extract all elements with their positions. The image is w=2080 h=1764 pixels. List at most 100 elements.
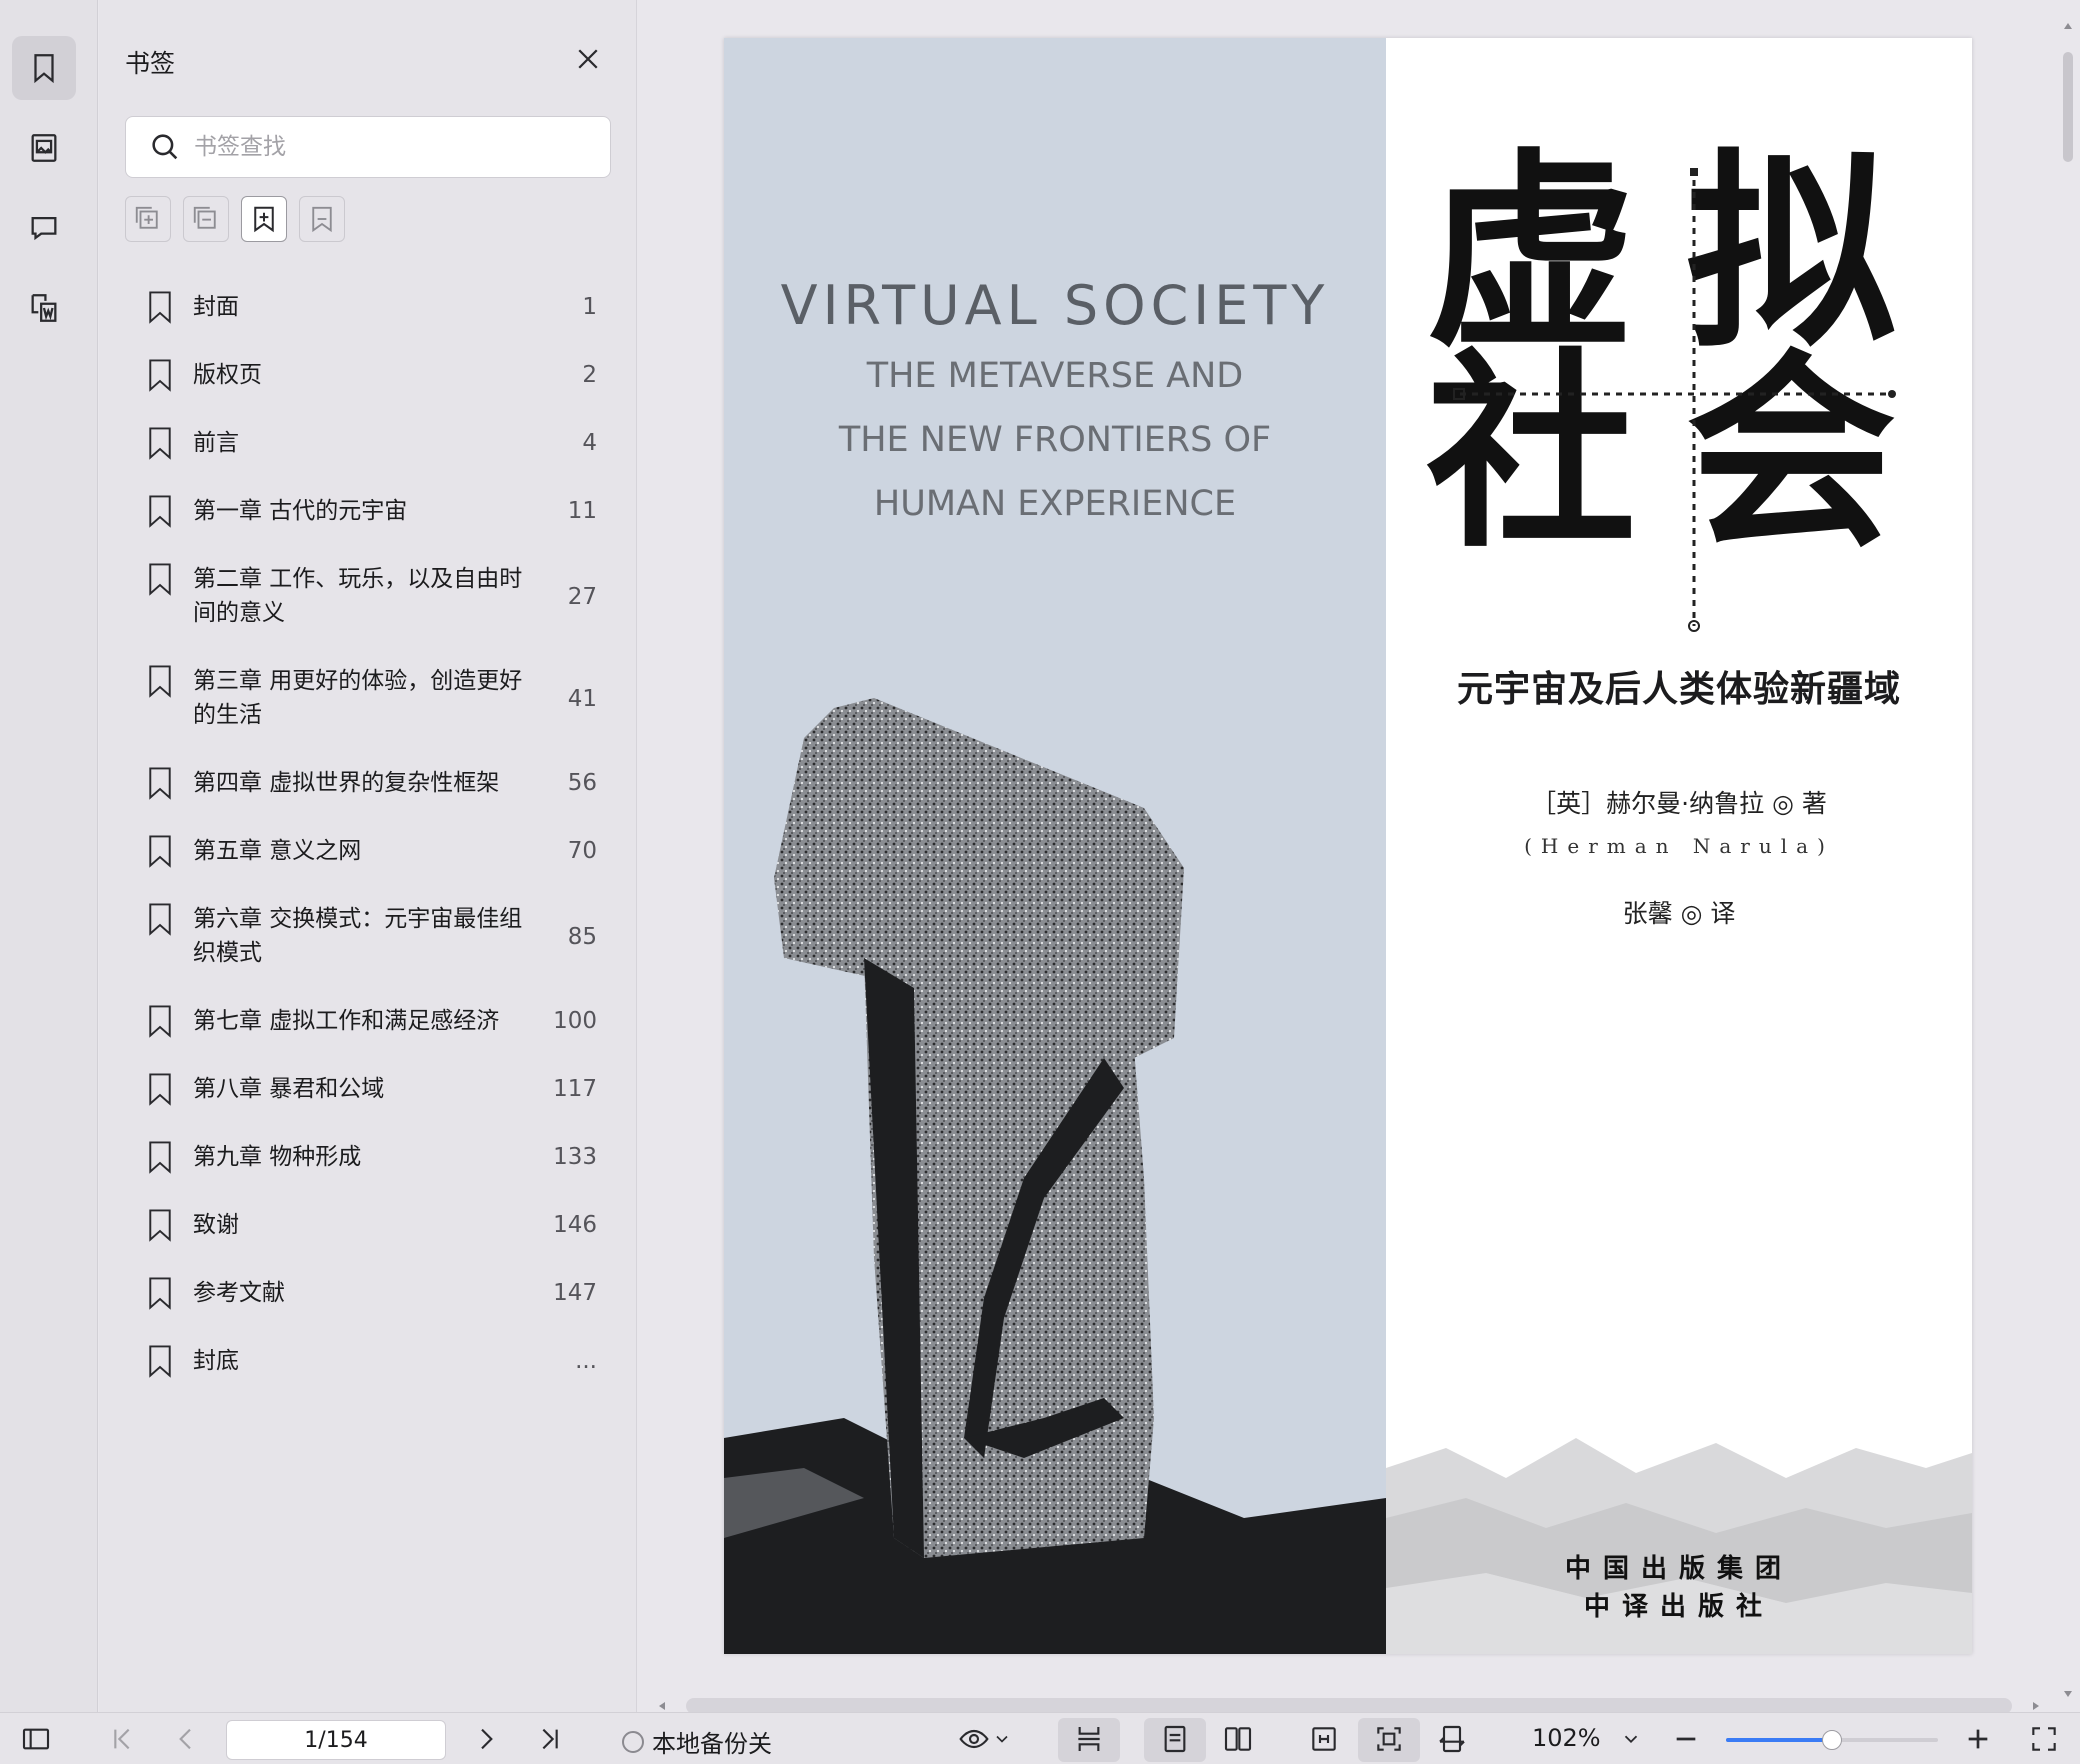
bookmark-page: 41	[567, 686, 597, 712]
vertical-scroll-thumb[interactable]	[2063, 52, 2073, 162]
bookmark-page: 133	[553, 1144, 597, 1170]
chevron-down-icon[interactable]	[992, 1723, 1012, 1755]
annotation-panel-button[interactable]	[12, 196, 76, 260]
bookmark-label: 第三章 用更好的体验，创造更好的生活	[193, 668, 523, 728]
double-page-icon[interactable]	[1222, 1723, 1254, 1755]
bookmark-search-input[interactable]	[194, 134, 594, 160]
add-bookmark-icon	[254, 206, 274, 233]
bookmark-item[interactable]: 第七章 虚拟工作和满足感经济 100	[145, 1004, 605, 1038]
bookmark-outline-icon	[312, 206, 332, 233]
expand-all-icon	[135, 206, 158, 229]
cover-author: ［英］赫尔曼·纳鲁拉 ◎ 著	[1531, 789, 1827, 818]
bookmark-item[interactable]: 前言 4	[145, 426, 605, 460]
bookmark-item[interactable]: 第一章 古代的元宇宙 11	[145, 494, 605, 528]
comment-icon	[31, 216, 57, 241]
bookmark-panel-button[interactable]	[12, 36, 76, 100]
bookmark-label: 第九章 物种形成	[193, 1144, 362, 1170]
bookmark-icon	[34, 54, 54, 84]
image-icon	[31, 134, 57, 162]
first-page-icon[interactable]	[106, 1723, 138, 1755]
cover-english-subtitle-line: HUMAN EXPERIENCE	[873, 484, 1237, 524]
zoom-slider[interactable]	[1726, 1730, 1938, 1750]
zoom-slider-knob[interactable]	[1822, 1730, 1842, 1750]
single-page-icon[interactable]	[1159, 1723, 1191, 1755]
previous-page-icon[interactable]	[170, 1723, 202, 1755]
bookmark-item[interactable]: 参考文献 147	[145, 1276, 605, 1310]
bookmark-page: 56	[567, 770, 597, 796]
last-page-icon[interactable]	[534, 1723, 566, 1755]
bookmark-icon	[149, 665, 171, 698]
bookmark-page: 100	[553, 1008, 597, 1034]
bookmark-item[interactable]: 第二章 工作、玩乐，以及自由时间的意义 27	[145, 562, 605, 630]
bookmark-item[interactable]: 封面 1	[145, 290, 605, 324]
zoom-slider-fill	[1726, 1738, 1832, 1742]
continuous-scroll-icon[interactable]	[1073, 1723, 1105, 1755]
bookmark-page: 147	[553, 1280, 597, 1306]
collapse-all-icon	[193, 206, 216, 229]
bookmark-label: 封底	[193, 1348, 239, 1374]
bookmark-page: 1	[582, 294, 597, 320]
page-number-input[interactable]	[226, 1720, 446, 1760]
bookmark-icon	[149, 903, 171, 936]
cover-english-subtitle-line: THE NEW FRONTIERS OF	[838, 420, 1272, 460]
bookmark-label: 第六章 交换模式：元宇宙最佳组织模式	[193, 906, 523, 966]
backup-label: 本地备份关	[652, 1730, 772, 1758]
bookmark-item[interactable]: 第六章 交换模式：元宇宙最佳组织模式 85	[145, 902, 605, 970]
bookmark-label: 致谢	[193, 1212, 239, 1238]
bookmark-icon	[149, 1005, 171, 1038]
bookmark-icon	[149, 767, 171, 800]
thumbnail-panel-button[interactable]	[12, 116, 76, 180]
fullscreen-icon[interactable]	[2028, 1723, 2060, 1755]
fit-page-icon[interactable]	[1373, 1723, 1405, 1755]
zoom-in-icon[interactable]	[1962, 1723, 1994, 1755]
bookmark-item[interactable]: 第九章 物种形成 133	[145, 1140, 605, 1174]
cover-publisher: 中译出版社	[1583, 1592, 1774, 1622]
close-icon[interactable]	[573, 44, 603, 74]
bookmark-label: 第二章 工作、玩乐，以及自由时间的意义	[193, 566, 523, 626]
document-viewport[interactable]: VIRTUAL SOCIETY THE METAVERSE AND THE NE…	[638, 0, 2080, 1712]
bookmark-label: 第七章 虚拟工作和满足感经济	[193, 1008, 500, 1034]
eye-icon[interactable]	[958, 1723, 990, 1755]
scroll-up-arrow-icon[interactable]	[2062, 20, 2074, 32]
bookmark-page: ...	[575, 1348, 597, 1374]
remove-bookmark-button[interactable]	[299, 196, 345, 242]
bookmark-item[interactable]: 第五章 意义之网 70	[145, 834, 605, 868]
bookmark-label: 版权页	[193, 362, 262, 388]
convert-panel-button[interactable]	[12, 276, 76, 340]
bookmark-icon	[149, 1345, 171, 1378]
scroll-right-arrow-icon[interactable]	[2030, 1700, 2042, 1712]
cover-translator: 张馨 ◎ 译	[1622, 899, 1736, 928]
zoom-level[interactable]: 102%	[1532, 1724, 1601, 1752]
bookmark-icon	[149, 359, 171, 392]
bookmark-item[interactable]: 第八章 暴君和公域 117	[145, 1072, 605, 1106]
rotate-page-icon[interactable]	[1436, 1723, 1468, 1755]
word-convert-icon	[31, 294, 57, 322]
bookmark-page: 11	[567, 498, 597, 524]
local-backup-toggle[interactable]: 本地备份关	[622, 1724, 772, 1759]
add-bookmark-button[interactable]	[241, 196, 287, 242]
collapse-all-button[interactable]	[183, 196, 229, 242]
bookmark-label: 第八章 暴君和公域	[193, 1076, 385, 1102]
bookmark-item[interactable]: 版权页 2	[145, 358, 605, 392]
bookmark-page: 4	[582, 430, 597, 456]
zoom-out-icon[interactable]	[1670, 1723, 1702, 1755]
cover-title-crosshair	[1453, 168, 1896, 632]
bookmark-item[interactable]: 致谢 146	[145, 1208, 605, 1242]
next-page-icon[interactable]	[470, 1723, 502, 1755]
chevron-down-icon[interactable]	[1620, 1723, 1642, 1755]
scroll-down-arrow-icon[interactable]	[2062, 1688, 2074, 1700]
bookmark-icon	[149, 835, 171, 868]
cover-right-panel: 虚 拟 社 会 元宇宙及后人类体验新疆域 ［英］赫尔曼·纳鲁拉 ◎ 著 (Her…	[1386, 38, 1972, 1654]
cover-left-panel: VIRTUAL SOCIETY THE METAVERSE AND THE NE…	[724, 38, 1386, 1654]
expand-all-button[interactable]	[125, 196, 171, 242]
bookmark-icon	[149, 1141, 171, 1174]
bookmark-page: 2	[582, 362, 597, 388]
bookmark-item[interactable]: 第四章 虚拟世界的复杂性框架 56	[145, 766, 605, 800]
fit-width-icon[interactable]	[1308, 1723, 1340, 1755]
scroll-left-arrow-icon[interactable]	[656, 1700, 668, 1712]
vertical-scrollbar[interactable]	[2062, 20, 2074, 1700]
cover-publisher-group: 中国出版集团	[1564, 1554, 1793, 1584]
bookmark-item[interactable]: 封底 ...	[145, 1344, 605, 1378]
bookmark-item[interactable]: 第三章 用更好的体验，创造更好的生活 41	[145, 664, 605, 732]
sidebar-toggle-icon[interactable]	[20, 1723, 52, 1755]
